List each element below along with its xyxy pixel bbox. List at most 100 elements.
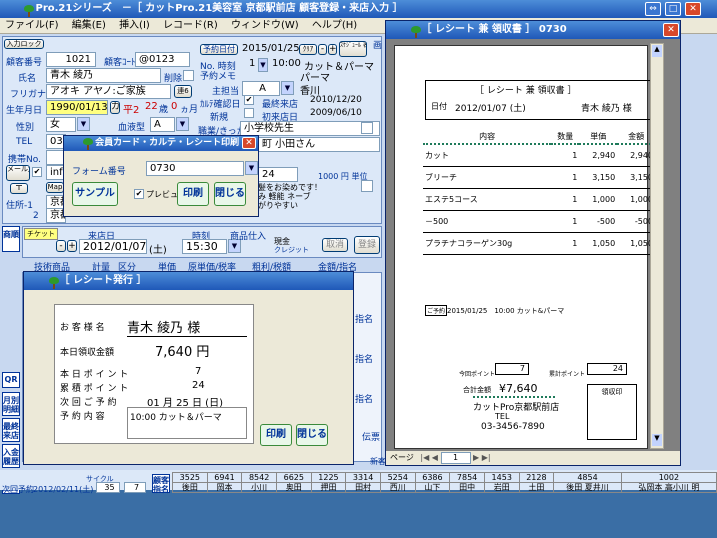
scroll-down-icon[interactable]: ▼ [652,434,662,446]
postal-button[interactable]: 〒 [10,183,28,194]
visit-plus-button[interactable]: + [67,240,77,252]
visit-date-field[interactable]: 2012/01/07 [79,239,147,254]
bottom-name[interactable]: 後田 夏井川 [553,482,622,493]
delete-checkbox[interactable] [183,70,194,81]
bottom-num[interactable]: 3525 [172,472,208,483]
ticket-label[interactable]: チケット [24,228,58,240]
blood-field[interactable]: A [150,117,175,132]
sidebar-last-visit-button[interactable]: 最終 来店 [2,418,20,442]
bottom-name[interactable]: 押田 [310,482,347,493]
menu-edit[interactable]: 編集(E) [67,18,111,34]
bottom-num[interactable]: 5254 [379,472,416,483]
side-dropdown-2[interactable] [361,180,373,192]
maximize-icon[interactable]: □ [665,2,681,16]
side-dropdown-1[interactable] [361,122,373,134]
bottom-name[interactable]: 土田 [518,482,555,493]
minimize-icon[interactable]: ⇔ [645,2,661,16]
form-no-dropdown-icon[interactable]: ▼ [245,161,258,175]
sidebar-payment-button[interactable]: 入金 履歴 [2,444,20,468]
receipt-vertical-scrollbar[interactable]: ▲ ▼ [650,43,664,449]
family-button[interactable]: 連6 [174,85,192,98]
mail-send-button[interactable]: メール送信 [6,165,30,181]
print-close-button[interactable]: 閉じる [214,182,246,206]
bottom-name[interactable]: 後田 [172,482,208,493]
last-page-icon[interactable]: ▶| [482,453,491,462]
job-field[interactable]: 小学校先生 [240,121,380,136]
bottom-name[interactable]: 小川 [241,482,277,493]
entry-lock-button[interactable]: 入力ロック [4,39,44,49]
birth-field[interactable]: 1990/01/13 [46,100,108,115]
menu-file[interactable]: ファイル(F) [0,18,64,34]
cancel-button[interactable]: 取消 [322,238,348,252]
sidebar-monthly-button[interactable]: 月別 明細 [2,392,20,416]
menu-help[interactable]: ヘルプ(H) [307,18,362,34]
pick-button[interactable]: 顧客 指名 [152,474,170,494]
receipt-print-button[interactable]: 印刷 [260,424,292,446]
receipt-close-button[interactable]: 閉じる [296,424,328,446]
sex-dropdown-icon[interactable]: ▼ [77,117,90,131]
bottom-num[interactable]: 6386 [414,472,451,483]
intro-field[interactable]: 町 小田さん [258,137,380,152]
customer-code-field[interactable]: @0123 [135,52,190,67]
schedule-button[interactable]: ｽｹｼﾞｭｰﾙ 表示 [339,41,367,57]
sample-button[interactable]: サンプル [72,182,118,206]
bottom-name[interactable]: 西川 [379,482,416,493]
menu-insert[interactable]: 挿入(I) [114,18,155,34]
scroll-up-icon[interactable]: ▲ [652,45,662,57]
page-number[interactable]: 1 [440,452,471,464]
bottom-num[interactable]: 1002 [620,472,717,483]
bottom-num[interactable]: 4854 [553,472,622,483]
bottom-name[interactable]: 田中 [449,482,485,493]
bottom-num[interactable]: 3314 [345,472,381,483]
bottom-num[interactable]: 1225 [310,472,347,483]
menu-record[interactable]: レコード(R) [158,18,223,34]
reserve-no-dropdown-icon[interactable]: ▼ [258,58,268,72]
reserve-clear-button[interactable]: ｸﾘｱ [299,44,317,55]
sidebar-order-button[interactable]: 商順 [2,226,20,252]
kana-field[interactable]: アオキ アヤノ:ご家族 [46,84,171,99]
name-field[interactable]: 青木 綾乃 [46,68,161,83]
first-page-icon[interactable]: |◀ [420,453,429,462]
reserve-date[interactable]: 2015/01/25 [242,43,300,54]
new-checkbox[interactable] [244,108,254,118]
calendar-button[interactable]: カ [110,101,120,114]
bottom-name[interactable]: 岩田 [483,482,520,493]
bottom-num[interactable]: 7854 [449,472,485,483]
menu-window[interactable]: ウィンドウ(W) [226,18,304,34]
prev-page-icon[interactable]: ◀ [432,453,438,462]
bottom-num[interactable]: 1453 [483,472,520,483]
next-a-field[interactable]: 35 [96,482,120,493]
bottom-name[interactable]: 弘岡本 高小川 明 [620,482,717,493]
map-button[interactable]: Map [46,182,64,193]
reserve-minus-button[interactable]: - [318,44,327,55]
close-icon[interactable]: ✕ [685,2,701,16]
staff-code-field[interactable]: A [242,81,280,96]
bottom-name[interactable]: 田村 [345,482,381,493]
bottom-name[interactable]: 岡本 [206,482,243,493]
bottom-name[interactable]: 山下 [414,482,451,493]
customer-no-field[interactable]: 1021 [46,52,96,67]
form-no-field[interactable]: 0730 [146,161,244,176]
sidebar-qr-button[interactable]: QR [2,372,20,388]
bottom-num[interactable]: 8542 [241,472,277,483]
mail-checkbox[interactable]: ✔ [32,167,42,177]
bottom-name[interactable]: 奥田 [275,482,312,493]
bottom-num[interactable]: 6625 [275,472,312,483]
next-b-field[interactable]: 7 [124,482,146,493]
receipt-window-close-icon[interactable]: ✕ [663,23,679,37]
preview-checkbox[interactable]: ✔ [134,189,144,199]
visit-minus-button[interactable]: - [56,240,66,252]
bottom-num[interactable]: 2128 [518,472,555,483]
points-field[interactable]: 24 [258,167,298,182]
staff-dropdown-icon[interactable]: ▼ [281,81,294,95]
bottom-num[interactable]: 6941 [206,472,243,483]
print-button[interactable]: 印刷 [177,182,209,206]
sex-field[interactable]: 女 [46,117,76,132]
visit-time-field[interactable]: 15:30 [182,239,227,254]
dm-checkbox[interactable]: ✔ [244,95,254,105]
reserve-plus-button[interactable]: + [328,44,337,55]
next-page-icon[interactable]: ▶ [473,453,479,462]
print-dialog-close-icon[interactable]: ✕ [242,137,256,149]
register-button[interactable]: 登録 [354,236,380,254]
credit-label[interactable]: クレジット [274,245,309,255]
